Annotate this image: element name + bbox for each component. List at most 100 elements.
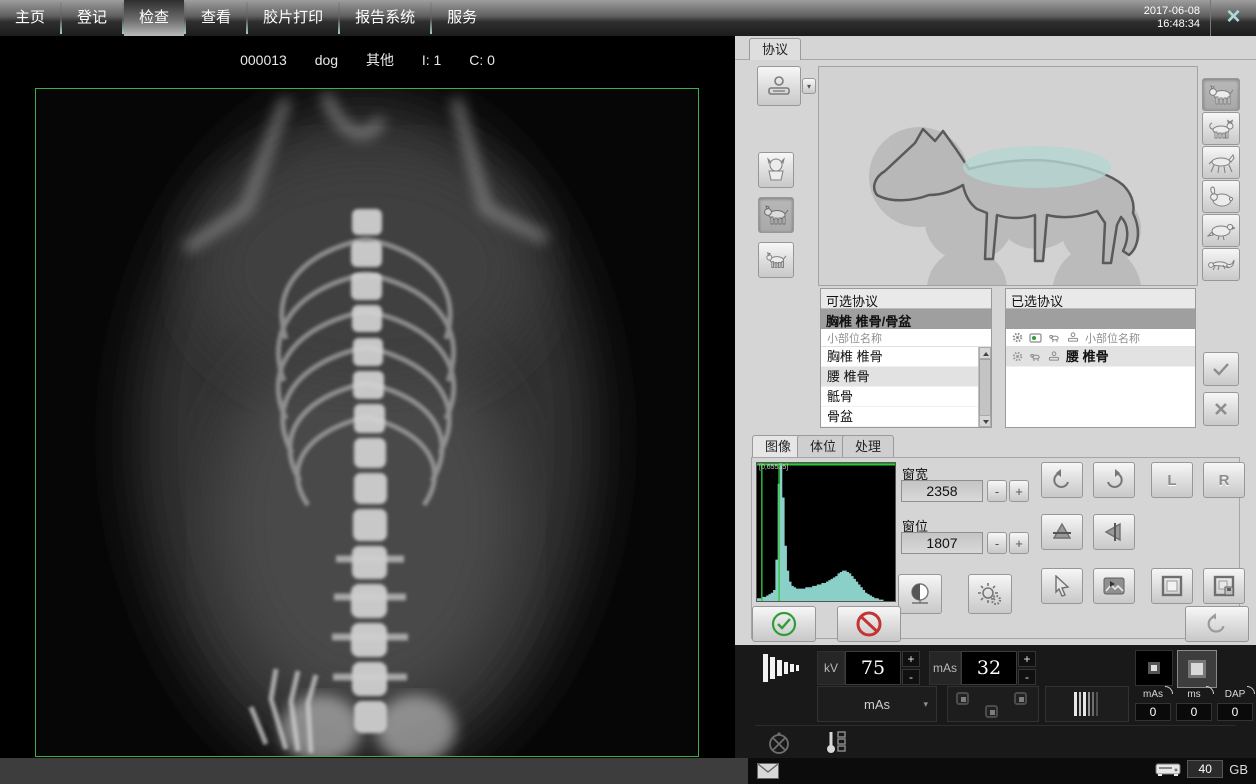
- rotate-ccw-button[interactable]: [1041, 462, 1083, 498]
- tube-heat-icon: [823, 729, 849, 755]
- mas-plus-button[interactable]: +: [1018, 651, 1036, 667]
- rotate-cw-button[interactable]: [1093, 462, 1135, 498]
- window-width-plus-button[interactable]: +: [1009, 480, 1029, 502]
- kv-minus-button[interactable]: -: [902, 669, 920, 685]
- protocol-item[interactable]: 胸椎 椎骨: [821, 347, 978, 367]
- flip-vertical-button[interactable]: [1041, 514, 1083, 550]
- species-dog-button[interactable]: [1202, 78, 1240, 111]
- tab-processing[interactable]: 处理: [842, 435, 894, 457]
- available-list-scrollbar[interactable]: [978, 347, 991, 427]
- species-reptile-button[interactable]: [1202, 248, 1240, 281]
- top-menu-bar: 主页 登记 检查 查看 胶片打印 报告系统 服务 2017-06-08 16:4…: [0, 0, 1256, 36]
- message-envelope-icon[interactable]: [757, 763, 779, 779]
- window-level-value: 1807: [901, 532, 983, 554]
- image-adjust-button[interactable]: [1093, 568, 1135, 604]
- kv-plus-button[interactable]: +: [902, 651, 920, 667]
- menu-exam[interactable]: 检查: [124, 0, 184, 36]
- species-rabbit-button[interactable]: [1202, 180, 1240, 213]
- status-bar-right: 40 GB: [748, 758, 1256, 784]
- scroll-down-icon[interactable]: [979, 415, 991, 427]
- protocol-remove-button[interactable]: [1203, 392, 1239, 426]
- check-icon: [1212, 362, 1230, 376]
- mas-minus-button[interactable]: -: [1018, 669, 1036, 685]
- focal-spot-large-button[interactable]: [1177, 650, 1217, 688]
- window-level-plus-button[interactable]: +: [1009, 532, 1029, 554]
- close-icon[interactable]: ×: [1210, 0, 1256, 36]
- menu-home[interactable]: 主页: [0, 0, 60, 36]
- large-focus-icon: [1188, 660, 1206, 678]
- size-large-button[interactable]: [758, 152, 794, 188]
- storage-indicator: 40 GB: [1155, 760, 1248, 778]
- histogram-plot: [757, 463, 895, 601]
- crop-square-icon: [1160, 574, 1184, 598]
- menu-view[interactable]: 查看: [186, 0, 246, 36]
- patient-type-button[interactable]: [757, 66, 801, 106]
- species-label: 其他: [366, 52, 394, 68]
- aec-chamber-center[interactable]: [985, 705, 998, 718]
- save-region-button[interactable]: [1203, 568, 1245, 604]
- auto-window-button[interactable]: [898, 574, 942, 614]
- rotate-ccw-icon: [1050, 468, 1074, 492]
- histogram-area-path: [757, 463, 895, 601]
- aec-chamber-selector[interactable]: [947, 686, 1039, 722]
- species-horse-button[interactable]: [1202, 146, 1240, 179]
- reset-icon: [1204, 611, 1230, 637]
- selected-region-highlight: [963, 146, 1111, 188]
- protocol-item-selected[interactable]: 腰 椎骨: [821, 367, 978, 387]
- protocol-item[interactable]: 骶骨: [821, 387, 978, 407]
- readout-dap-value: 0: [1217, 703, 1253, 721]
- exposure-mode-value: mAs: [864, 697, 890, 712]
- window-level-minus-button[interactable]: -: [987, 532, 1007, 554]
- species-bird-button[interactable]: [1202, 214, 1240, 247]
- reset-button[interactable]: [1185, 606, 1249, 642]
- patient-type-dropdown[interactable]: ▾: [802, 78, 816, 94]
- protocol-panel: 协议 ▾: [735, 36, 1256, 758]
- image-stage: 000013 dog 其他 I: 1 C: 0: [0, 36, 735, 758]
- readout-mas-label: mAs: [1135, 689, 1171, 700]
- body-region-diagram[interactable]: [818, 66, 1198, 286]
- histogram-display[interactable]: [0,65535]: [756, 462, 896, 602]
- protocol-accept-button[interactable]: [1203, 352, 1239, 386]
- menu-film-print[interactable]: 胶片打印: [248, 0, 338, 36]
- xray-viewport[interactable]: [35, 88, 699, 757]
- table-icon: [1067, 332, 1079, 343]
- pointer-tool-button[interactable]: [1041, 568, 1083, 604]
- selected-protocol-item[interactable]: 腰 椎骨: [1006, 347, 1195, 367]
- date-text: 2017-06-08: [1144, 5, 1200, 18]
- green-check-icon: [770, 610, 798, 638]
- selected-group-band: [1006, 309, 1195, 329]
- collimation-button[interactable]: [1151, 568, 1193, 604]
- left-marker-button[interactable]: L: [1151, 462, 1193, 498]
- animal-icon: [1048, 333, 1061, 343]
- species-cat-button[interactable]: [1202, 112, 1240, 145]
- focal-spot-small-button[interactable]: [1135, 650, 1173, 686]
- menu-report-system[interactable]: 报告系统: [340, 0, 430, 36]
- menu-register[interactable]: 登记: [62, 0, 122, 36]
- menu-service[interactable]: 服务: [432, 0, 492, 36]
- rabbit-icon: [1207, 185, 1235, 209]
- series-count: C: 0: [469, 52, 495, 68]
- readout-ms-label: ms: [1176, 689, 1212, 700]
- accept-image-button[interactable]: [752, 606, 816, 642]
- protocol-item[interactable]: 骨盆: [821, 407, 978, 427]
- enhance-button[interactable]: [968, 574, 1012, 614]
- mas-value: 32: [961, 651, 1017, 685]
- aec-chamber-left[interactable]: [956, 692, 969, 705]
- reject-image-button[interactable]: [837, 606, 901, 642]
- exposure-control-bar: kV 75 + - mAs 32 + - mAs ▾: [735, 645, 1256, 758]
- size-medium-button[interactable]: [758, 197, 794, 233]
- flip-horizontal-button[interactable]: [1093, 514, 1135, 550]
- disk-drive-icon: [1155, 760, 1181, 778]
- window-width-minus-button[interactable]: -: [987, 480, 1007, 502]
- image-adjust-icon: [1102, 575, 1126, 597]
- species-selector: [1202, 78, 1240, 282]
- exposure-status-icon: [1029, 332, 1042, 343]
- right-marker-button[interactable]: R: [1203, 462, 1245, 498]
- cat-icon: [1207, 117, 1235, 141]
- aec-chamber-right[interactable]: [1014, 692, 1027, 705]
- exposure-mode-dropdown[interactable]: mAs ▾: [817, 686, 937, 722]
- tab-protocol[interactable]: 协议: [749, 38, 801, 60]
- size-small-button[interactable]: [758, 242, 794, 278]
- storage-unit: GB: [1229, 762, 1248, 777]
- scroll-up-icon[interactable]: [979, 347, 991, 359]
